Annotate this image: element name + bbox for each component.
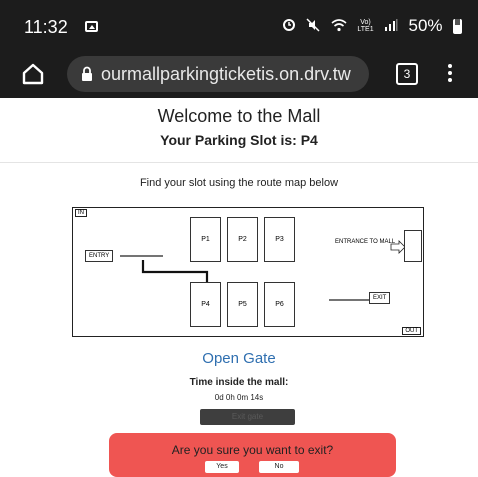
more-menu-icon[interactable]	[447, 64, 453, 86]
mall-entrance-box	[404, 230, 422, 262]
battery-percent: 50%	[408, 16, 443, 35]
map-in-label: IN	[75, 209, 87, 217]
parking-slot-p4: P4	[190, 282, 221, 327]
tab-switcher-button[interactable]: 3	[396, 63, 418, 85]
map-entry-label: ENTRY	[85, 250, 114, 262]
url-text: ourmallparkingticketis.on.drv.tw	[101, 64, 351, 84]
status-time: 11:32	[24, 17, 68, 37]
parking-slot-label: Your Parking Slot is:	[160, 132, 297, 148]
time-inside-label: Time inside the mall:	[189, 377, 289, 388]
image-notification-icon	[85, 21, 98, 32]
time-inside-value: 0d 0h 0m 14s	[214, 393, 264, 402]
browser-toolbar: ourmallparkingticketis.on.drv.tw 3	[0, 52, 478, 98]
open-gate-link[interactable]: Open Gate	[0, 350, 478, 367]
map-out-label: OUT	[402, 327, 421, 335]
map-exit-label: EXIT	[369, 292, 391, 304]
parking-slot-p5: P5	[227, 282, 258, 327]
route-map-instructions: Find your slot using the route map below	[139, 177, 339, 189]
exit-confirm-message: Are you sure you want to exit?	[171, 443, 334, 457]
exit-gate-button[interactable]: Exit gate	[200, 409, 295, 425]
confirm-yes-button[interactable]: Yes	[205, 461, 239, 473]
home-icon[interactable]	[20, 61, 46, 87]
map-entrance-label: ENTRANCE TO MALL	[335, 239, 396, 245]
lock-icon	[82, 66, 92, 81]
confirm-no-button[interactable]: No	[259, 461, 299, 473]
address-bar[interactable]: ourmallparkingticketis.on.drv.tw	[67, 56, 369, 92]
battery-icon	[453, 18, 462, 34]
divider	[0, 162, 478, 163]
status-bar: 11:32 Vo) LTE1 50%	[0, 0, 478, 52]
welcome-heading: Welcome to the Mall	[157, 106, 321, 126]
parking-slot-line: Your Parking Slot is: P4	[0, 132, 478, 148]
parking-slot-p1: P1	[190, 217, 221, 262]
exit-confirm-dialog: Are you sure you want to exit? Yes No	[109, 433, 396, 477]
parking-slot-p3: P3	[264, 217, 295, 262]
wifi-icon	[331, 18, 347, 35]
alarm-icon	[282, 18, 296, 35]
route-map: IN OUT ENTRY ENTRANCE TO MALL EXIT P1 P2…	[72, 207, 424, 337]
parking-slot-p6: P6	[264, 282, 295, 327]
status-icons: Vo) LTE1 50%	[276, 16, 462, 36]
parking-slot-value: P4	[300, 132, 318, 148]
network-type: Vo) LTE1	[357, 19, 374, 33]
mute-icon	[306, 17, 321, 35]
signal-icon	[384, 18, 398, 35]
parking-slot-p2: P2	[227, 217, 258, 262]
